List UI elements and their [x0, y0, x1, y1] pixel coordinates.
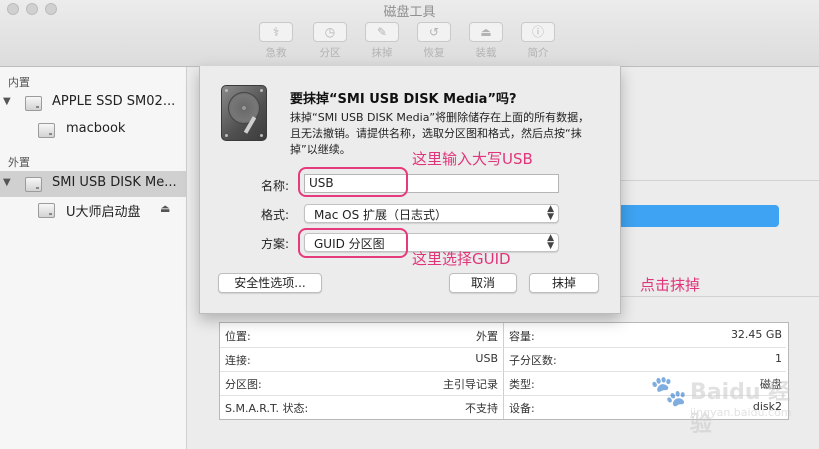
toolbar-restore-button[interactable]: ↺ 恢复: [409, 22, 459, 60]
divider: [619, 180, 819, 181]
external-disk-icon: [25, 177, 42, 192]
mount-icon: ⏏: [469, 22, 503, 42]
sidebar: 内置 ▼ APPLE SSD SM02... macbook 外置 ▼ SMI …: [0, 67, 187, 449]
eject-icon[interactable]: ⏏: [160, 202, 170, 215]
hard-disk-icon: [221, 85, 267, 141]
divider: [619, 296, 819, 297]
name-label: 名称:: [260, 179, 289, 193]
volume-icon: [38, 123, 55, 138]
toolbar-label: 抹掉: [371, 47, 393, 59]
info-row: 容量: 32.45 GB: [504, 323, 786, 348]
info-value: 1: [775, 352, 782, 365]
info-key: 分区图:: [225, 378, 262, 391]
toolbar-label: 恢复: [423, 47, 445, 59]
info-value: USB: [475, 352, 498, 365]
toolbar-partition-button[interactable]: ◷ 分区: [305, 22, 355, 60]
info-row: 连接: USB: [220, 347, 502, 372]
baidu-watermark: 🐾 Baidu 经验 jingyan.baidu.com: [650, 370, 810, 437]
info-row: 位置: 外置: [220, 323, 502, 348]
info-key: 位置:: [225, 330, 251, 343]
sidebar-item-udashi-volume[interactable]: U大师启动盘 ⏏: [0, 197, 186, 223]
sidebar-item-smi-usb-disk[interactable]: ▼ SMI USB DISK Me...: [0, 171, 186, 197]
restore-icon: ↺: [417, 22, 451, 42]
sidebar-header-external: 外置: [8, 156, 30, 169]
info-row: S.M.A.R.T. 状态: 不支持: [220, 395, 502, 419]
security-options-button[interactable]: 安全性选项...: [218, 273, 322, 293]
scheme-hint-annotation: 这里选择GUID: [412, 250, 511, 268]
info-row: 分区图: 主引导记录: [220, 371, 502, 396]
toolbar-first-aid-button[interactable]: ⚕ 急救: [251, 22, 301, 60]
title-bar: 磁盘工具 ⚕ 急救 ◷ 分区 ✎ 抹掉 ↺ 恢复 ⏏ 装载 ⓘ 简介: [0, 0, 819, 67]
sidebar-item-macbook[interactable]: macbook: [0, 117, 186, 143]
sidebar-item-label: SMI USB DISK Me...: [52, 175, 177, 190]
info-value: 32.45 GB: [730, 328, 782, 341]
toolbar-label: 急救: [265, 47, 287, 59]
toolbar-label: 简介: [527, 47, 549, 59]
info-value: 外置: [476, 330, 498, 343]
erase-icon: ✎: [365, 22, 399, 42]
name-hint-annotation: 这里输入大写USB: [412, 150, 533, 168]
erase-button[interactable]: 抹掉: [529, 273, 599, 293]
hard-disk-screw: [260, 89, 263, 92]
info-icon: ⓘ: [521, 22, 555, 42]
info-key: 子分区数:: [509, 354, 557, 367]
hard-disk-screw: [225, 89, 228, 92]
sidebar-header-internal: 内置: [8, 76, 30, 89]
window-title: 磁盘工具: [383, 5, 436, 20]
partition-icon: ◷: [313, 22, 347, 42]
sidebar-item-label: APPLE SSD SM02...: [52, 94, 176, 109]
info-row: 子分区数: 1: [504, 347, 786, 372]
toolbar-info-button[interactable]: ⓘ 简介: [513, 22, 563, 60]
disclosure-triangle-icon[interactable]: ▼: [3, 177, 11, 188]
info-key: 设备:: [509, 402, 535, 415]
name-input-highlight: [298, 167, 408, 197]
chevron-updown-icon: ▲ ▼: [547, 204, 554, 222]
sidebar-item-label: U大师启动盘: [66, 205, 141, 220]
hard-disk-screw: [225, 134, 228, 137]
volume-icon: [38, 203, 55, 218]
toolbar-label: 装载: [475, 47, 497, 59]
stethoscope-icon: ⚕: [259, 22, 293, 42]
dialog-question: 要抹掉“SMI USB DISK Media”吗?: [290, 92, 517, 107]
toolbar-mount-button[interactable]: ⏏ 装载: [461, 22, 511, 60]
usage-bar: [607, 205, 779, 227]
chevron-updown-icon: ▲ ▼: [547, 233, 554, 251]
toolbar-erase-button[interactable]: ✎ 抹掉: [357, 22, 407, 60]
sidebar-item-label: macbook: [66, 121, 126, 136]
sidebar-item-apple-ssd[interactable]: ▼ APPLE SSD SM02...: [0, 90, 186, 116]
format-value: Mac OS 扩展（日志式）: [314, 208, 447, 222]
info-value: 主引导记录: [443, 378, 498, 391]
format-select[interactable]: Mac OS 扩展（日志式） ▲ ▼: [304, 204, 559, 223]
erase-hint-annotation: 点击抹掉: [640, 276, 701, 294]
format-label: 格式:: [260, 208, 289, 222]
disclosure-triangle-icon[interactable]: ▼: [3, 96, 11, 107]
cancel-button[interactable]: 取消: [449, 273, 517, 293]
info-key: 类型:: [509, 378, 535, 391]
hard-disk-screw: [260, 134, 263, 137]
internal-disk-icon: [25, 96, 42, 111]
paw-logo-icon: 🐾: [650, 374, 688, 409]
info-value: 不支持: [465, 402, 498, 415]
scheme-label: 方案:: [260, 237, 289, 251]
info-key: 容量:: [509, 330, 535, 343]
info-key: S.M.A.R.T. 状态:: [225, 402, 309, 415]
scheme-select-highlight: [298, 228, 408, 258]
watermark-url: jingyan.baidu.com: [690, 406, 792, 419]
info-key: 连接:: [225, 354, 251, 367]
toolbar-label: 分区: [319, 47, 341, 59]
